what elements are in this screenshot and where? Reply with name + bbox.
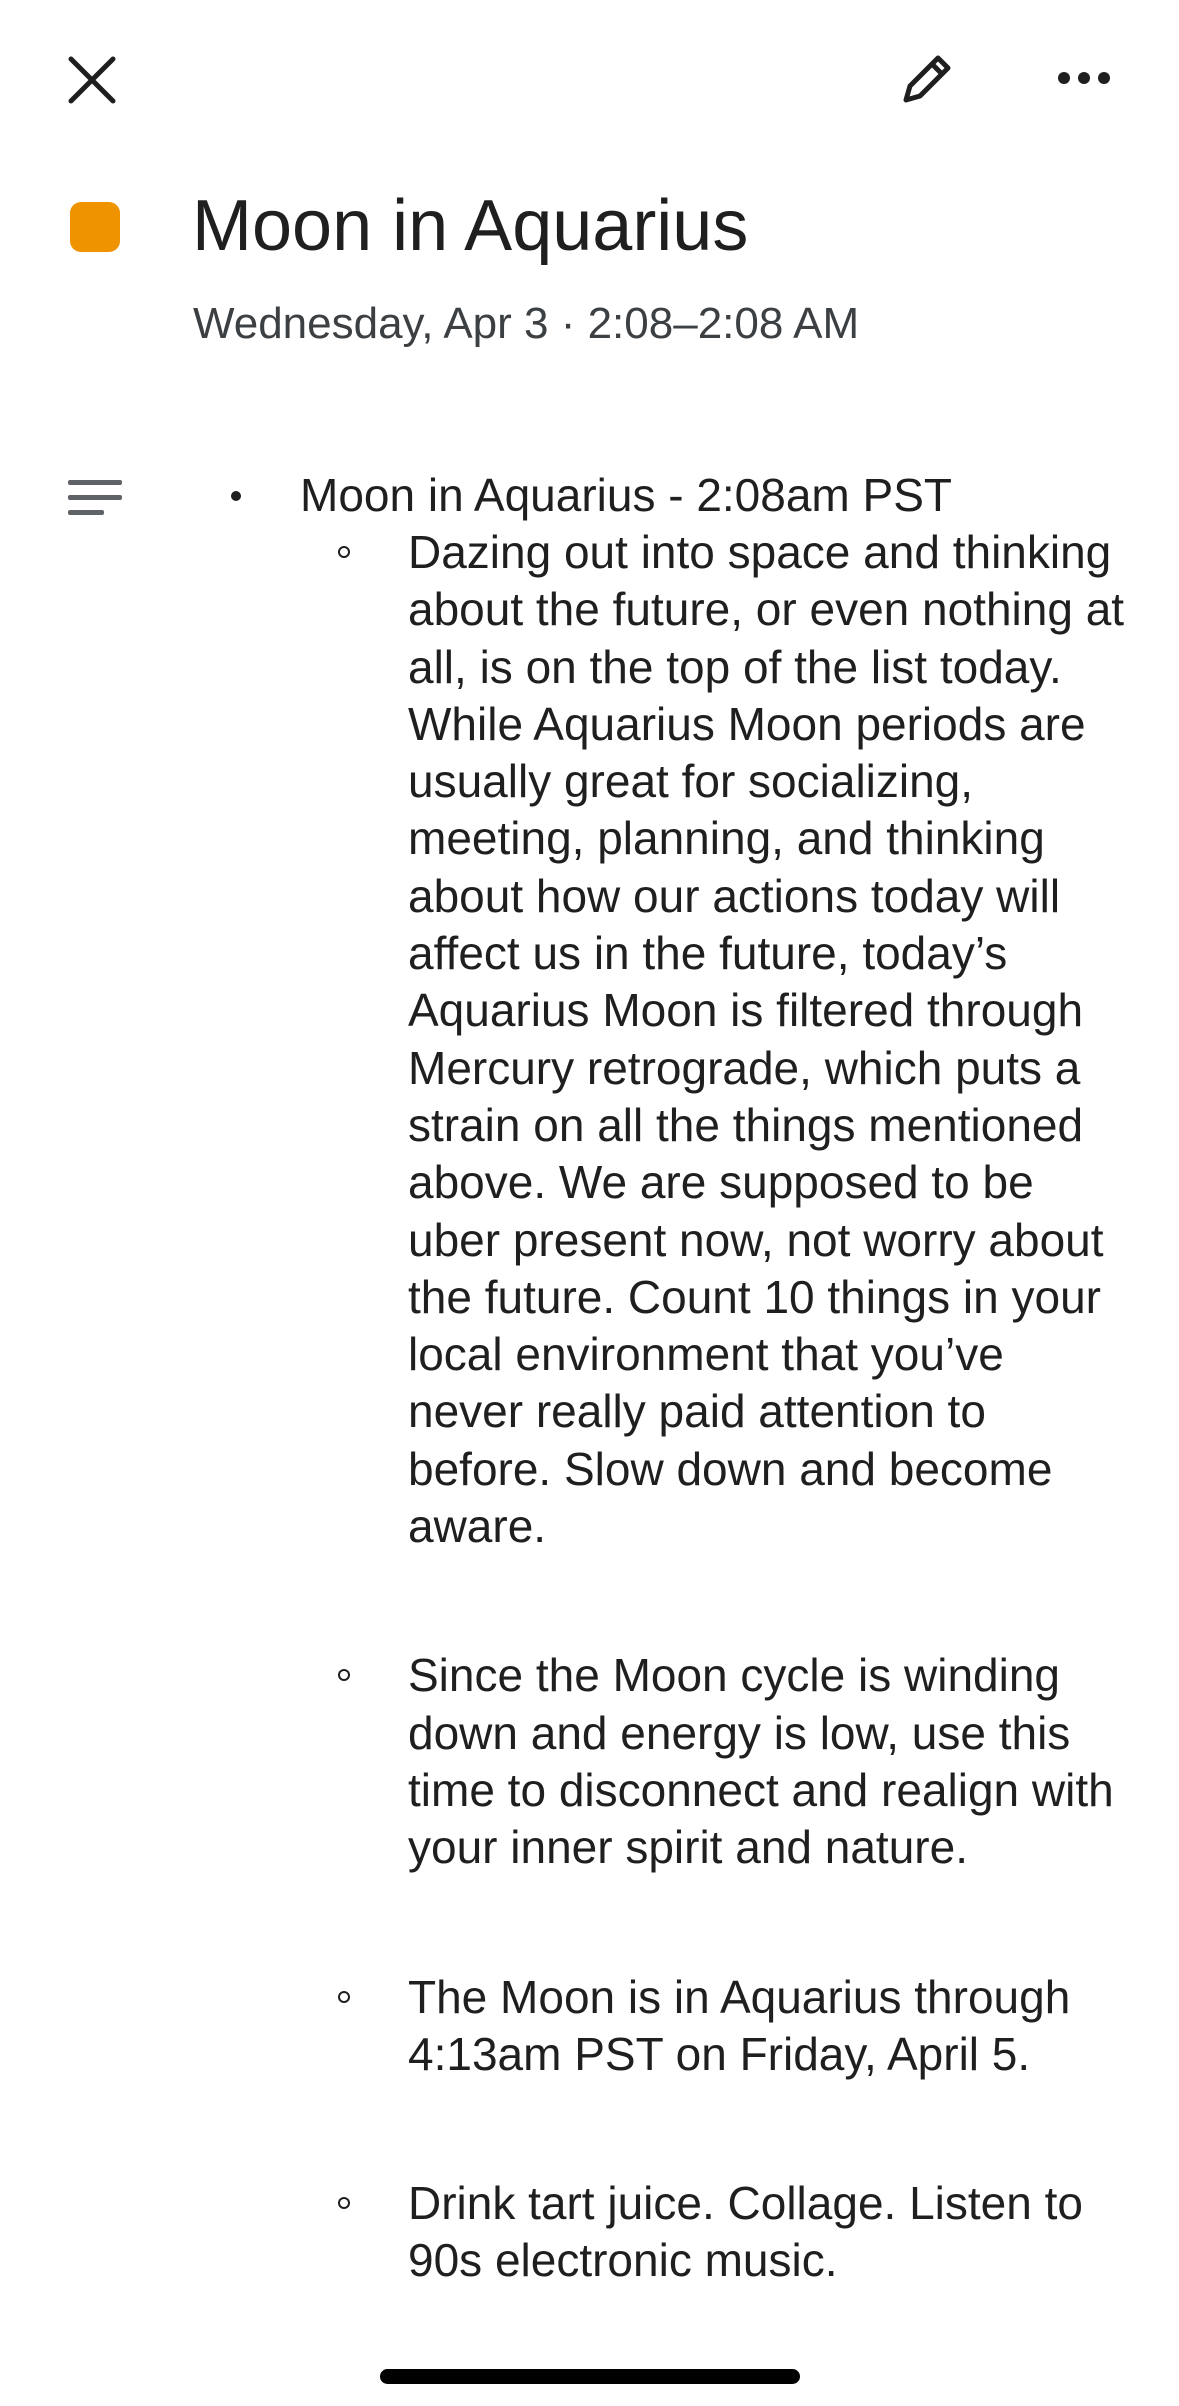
sub-bullet-icon (338, 2197, 350, 2210)
sub-bullet-icon (338, 1990, 350, 2003)
sub-bullet-icon (338, 1669, 350, 1682)
description-item-text: Drink tart juice. Collage. Listen to 90s… (408, 2177, 1083, 2287)
description-list-item: Drink tart juice. Collage. Listen to 90s… (0, 2175, 1128, 2290)
event-color-swatch (70, 202, 120, 252)
description-item-text: Dazing out into space and thinking about… (408, 526, 1125, 1553)
top-toolbar (0, 0, 1179, 150)
home-indicator[interactable] (380, 2369, 800, 2384)
description-list-item: The Moon is in Aquarius through 4:13am P… (0, 1969, 1128, 2084)
description-list-item: Dazing out into space and thinking about… (0, 524, 1128, 1555)
bullet-icon (231, 491, 241, 501)
event-description: Moon in Aquarius - 2:08am PST Dazing out… (0, 467, 1179, 2382)
description-heading-item: Moon in Aquarius - 2:08am PST (0, 467, 1179, 524)
description-list-item: Since the Moon cycle is winding down and… (0, 1647, 1128, 1876)
pencil-icon (903, 55, 951, 103)
close-icon (68, 56, 116, 104)
event-datetime: Wednesday, Apr 3 · 2:08–2:08 AM (193, 299, 860, 348)
sub-bullet-icon (338, 546, 350, 558)
more-horizontal-icon (1058, 72, 1110, 84)
close-button[interactable] (46, 34, 138, 126)
more-options-button[interactable] (1036, 30, 1132, 126)
description-heading: Moon in Aquarius - 2:08am PST (300, 469, 952, 521)
description-item-text: Since the Moon cycle is winding down and… (408, 1649, 1114, 1874)
event-title: Moon in Aquarius (192, 186, 749, 266)
description-item-text: The Moon is in Aquarius through 4:13am P… (408, 1970, 1071, 2080)
edit-button[interactable] (880, 30, 976, 126)
